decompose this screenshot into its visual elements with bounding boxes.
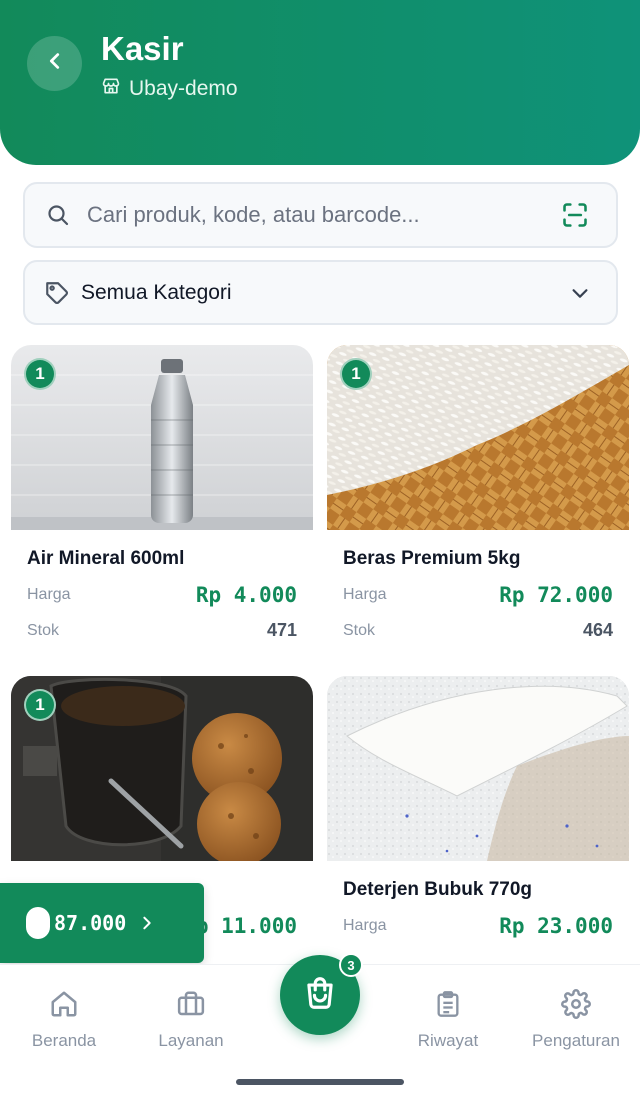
cart-qty-badge: 1 bbox=[24, 689, 56, 721]
currency-pill bbox=[26, 907, 50, 939]
price-row: Harga Rp 4.000 bbox=[27, 583, 297, 607]
briefcase-icon bbox=[174, 987, 208, 1021]
nav-item-riwayat[interactable]: Riwayat bbox=[393, 987, 503, 1051]
category-select[interactable]: Semua Kategori bbox=[23, 260, 618, 325]
cart-count-badge: 3 bbox=[339, 953, 363, 977]
chevron-right-icon bbox=[138, 914, 156, 932]
product-price: Rp 4.000 bbox=[195, 583, 297, 607]
stock-row: Stok 464 bbox=[343, 620, 613, 641]
product-price: Rp 23.000 bbox=[499, 914, 613, 938]
store-name: Ubay-demo bbox=[101, 76, 238, 102]
detergent-powder-photo bbox=[327, 676, 629, 861]
home-icon bbox=[47, 987, 81, 1021]
product-card[interactable]: 1 Beras Premium 5kg Harga Rp 72.000 Stok… bbox=[327, 345, 629, 665]
rice-photo bbox=[327, 345, 629, 530]
product-price: Rp 72.000 bbox=[499, 583, 613, 607]
product-name: Beras Premium 5kg bbox=[343, 548, 521, 569]
cart-total-button[interactable]: 87.000 bbox=[0, 883, 204, 963]
nav-item-beranda[interactable]: Beranda bbox=[9, 987, 119, 1051]
chevron-down-icon bbox=[568, 281, 592, 305]
product-card[interactable]: 1 Air Mineral 600ml Harga Rp 4.000 Stok … bbox=[11, 345, 313, 665]
water-bottle-photo bbox=[11, 345, 313, 530]
price-row: Harga Rp 23.000 bbox=[343, 914, 613, 938]
store-icon bbox=[101, 76, 121, 102]
page-title: Kasir bbox=[101, 30, 184, 67]
nav-label: Beranda bbox=[31, 1031, 97, 1050]
cart-qty-badge: 1 bbox=[340, 358, 372, 390]
product-stock: 464 bbox=[582, 620, 613, 640]
product-stock: 471 bbox=[266, 620, 297, 640]
nav-label: Layanan bbox=[158, 1031, 224, 1050]
cashier-screen: Kasir Ubay-demo Cari produk, kode, atau … bbox=[0, 0, 640, 1100]
price-label: Harga bbox=[343, 586, 387, 603]
stock-label: Stok bbox=[27, 621, 60, 639]
nav-label: Pengaturan bbox=[532, 1031, 620, 1050]
store-name-label: Ubay-demo bbox=[129, 77, 238, 100]
search-placeholder: Cari produk, kode, atau barcode... bbox=[87, 202, 420, 227]
nav-label: Riwayat bbox=[417, 1031, 479, 1050]
barcode-scan-icon[interactable] bbox=[560, 200, 590, 230]
price-label: Harga bbox=[343, 917, 387, 934]
header: Kasir Ubay-demo bbox=[0, 0, 640, 165]
search-icon bbox=[45, 202, 71, 228]
chevron-left-icon bbox=[44, 50, 66, 77]
product-name: Air Mineral 600ml bbox=[27, 548, 185, 569]
cookies-coffee-photo bbox=[11, 676, 313, 861]
nav-item-layanan[interactable]: Layanan bbox=[136, 987, 246, 1051]
back-button[interactable] bbox=[27, 36, 82, 91]
cart-total-amount: 87.000 bbox=[54, 911, 127, 935]
product-card[interactable]: Deterjen Bubuk 770g Harga Rp 23.000 bbox=[327, 676, 629, 996]
tag-icon bbox=[43, 279, 71, 307]
price-label: Harga bbox=[27, 586, 71, 603]
search-input[interactable]: Cari produk, kode, atau barcode... bbox=[23, 182, 618, 248]
category-selected: Semua Kategori bbox=[81, 280, 232, 304]
clipboard-icon bbox=[431, 987, 465, 1021]
home-indicator bbox=[236, 1079, 404, 1085]
stock-row: Stok 471 bbox=[27, 620, 297, 641]
shopping-bag-icon bbox=[301, 974, 339, 1017]
stock-label: Stok bbox=[343, 621, 376, 639]
nav-item-pengaturan[interactable]: Pengaturan bbox=[521, 987, 631, 1051]
gear-icon bbox=[559, 987, 593, 1021]
product-name: Deterjen Bubuk 770g bbox=[343, 879, 532, 900]
price-row: Harga Rp 72.000 bbox=[343, 583, 613, 607]
cart-qty-badge: 1 bbox=[24, 358, 56, 390]
